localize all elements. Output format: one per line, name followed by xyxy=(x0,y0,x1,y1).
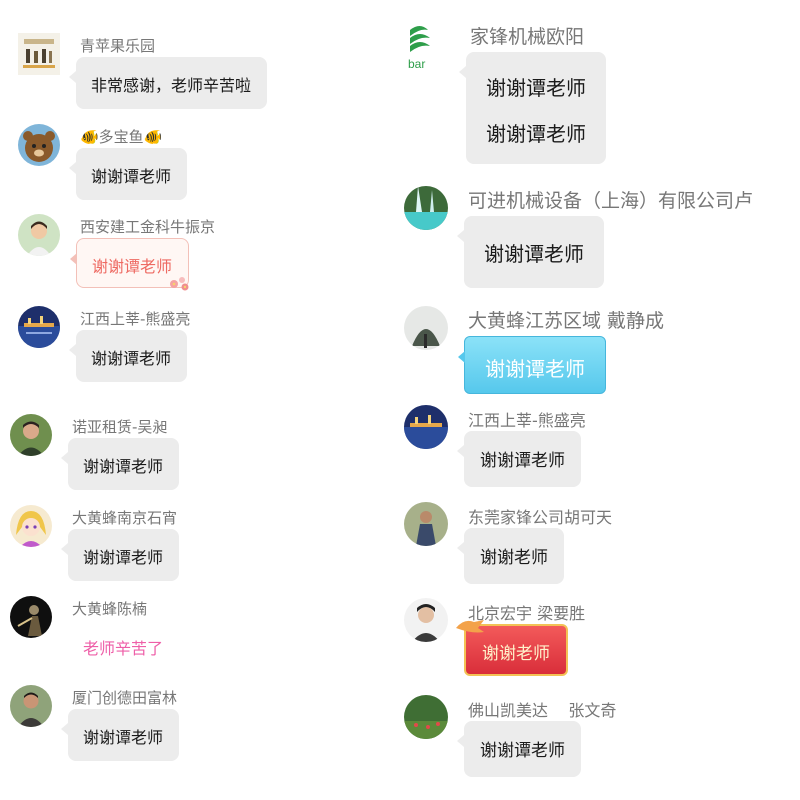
man-portrait-avatar[interactable] xyxy=(10,414,52,456)
sender-name: 🐠多宝鱼🐠 xyxy=(80,128,163,146)
message-text: 谢谢老师 xyxy=(480,548,548,568)
sender-name: 东莞家锋公司胡可天 xyxy=(468,508,613,527)
message-text: 谢谢谭老师 xyxy=(83,728,164,747)
message-text: 谢谢老师 xyxy=(482,644,550,664)
waterfall-avatar[interactable] xyxy=(404,186,448,230)
message-bubble[interactable]: 老师辛苦了 xyxy=(68,620,179,672)
message-text: 谢谢谭老师 xyxy=(485,357,585,381)
message-bubble[interactable]: 谢谢老师 xyxy=(456,620,568,676)
message-text: 谢谢谭老师 xyxy=(486,122,586,146)
sender-name: 西安建工金科牛振京 xyxy=(80,218,216,236)
sender-name: 北京宏宇 梁要胜 xyxy=(468,604,586,623)
message-bubble[interactable]: 谢谢老师 xyxy=(457,528,564,584)
sender-name: 青苹果乐园 xyxy=(80,37,156,55)
young-man-avatar[interactable] xyxy=(404,598,448,642)
message-bubble[interactable]: 谢谢谭老师 xyxy=(68,148,188,200)
night-lake-avatar[interactable] xyxy=(404,405,448,449)
sender-name: 厦门创德田富林 xyxy=(72,689,178,707)
cartoon-bear-avatar[interactable] xyxy=(18,124,60,166)
child-photo-avatar[interactable] xyxy=(18,214,60,256)
sender-name: 江西上莘-熊盛亮 xyxy=(468,411,586,430)
sender-name: 家锋机械欧阳 xyxy=(470,26,585,48)
message-text: 谢谢谭老师 xyxy=(480,741,565,761)
sender-name: 大黄蜂南京石宵 xyxy=(72,509,178,527)
ribbon-decoration-icon xyxy=(456,620,484,633)
tree-landscape-avatar[interactable] xyxy=(404,306,448,350)
anime-girl-avatar[interactable] xyxy=(10,505,52,547)
message-bubble[interactable]: 谢谢谭老师 xyxy=(68,330,188,382)
message-bubble[interactable]: 谢谢谭老师 xyxy=(60,709,180,761)
man-outdoor-avatar[interactable] xyxy=(10,685,52,727)
sender-name: 佛山凯美达 张文奇 xyxy=(468,701,617,720)
sender-name: 江西上莘-熊盛亮 xyxy=(80,310,191,328)
message-bubble[interactable]: 谢谢谭老师 xyxy=(60,529,180,581)
message-text: 谢谢谭老师 xyxy=(486,76,586,100)
message-text: 谢谢谭老师 xyxy=(83,457,164,476)
message-bubble[interactable]: 谢谢谭老师 谢谢谭老师 xyxy=(459,52,606,164)
logo-text: bar xyxy=(408,57,425,71)
group-photo-avatar[interactable] xyxy=(18,33,60,75)
message-bubble[interactable]: 谢谢谭老师 xyxy=(69,238,190,291)
message-text: 非常感谢，老师辛苦啦 xyxy=(91,76,252,95)
message-text: 谢谢谭老师 xyxy=(92,257,173,276)
message-bubble[interactable]: 谢谢谭老师 xyxy=(457,431,581,487)
message-text: 谢谢谭老师 xyxy=(91,349,172,368)
message-bubble[interactable]: 非常感谢，老师辛苦啦 xyxy=(68,57,268,109)
sender-name: 可进机械设备（上海）有限公司卢 xyxy=(468,190,754,212)
night-lake-avatar[interactable] xyxy=(18,306,60,348)
dark-figure-avatar[interactable] xyxy=(10,596,52,638)
message-text: 谢谢谭老师 xyxy=(480,451,565,471)
green-garden-avatar[interactable] xyxy=(404,695,448,739)
message-text: 老师辛苦了 xyxy=(83,639,164,658)
message-bubble[interactable]: 谢谢谭老师 xyxy=(60,438,180,490)
message-text: 谢谢谭老师 xyxy=(484,242,584,266)
sender-name: 大黄蜂陈楠 xyxy=(72,600,148,618)
sender-name: 大黄蜂江苏区域 戴静成 xyxy=(468,310,665,332)
message-bubble[interactable]: 谢谢谭老师 xyxy=(457,721,581,777)
flower-decoration-icon xyxy=(170,277,189,291)
message-bubble[interactable]: 谢谢谭老师 xyxy=(457,216,604,288)
message-bubble[interactable]: 谢谢谭老师 xyxy=(458,336,606,394)
message-text: 谢谢谭老师 xyxy=(91,167,172,186)
outdoor-man-avatar[interactable] xyxy=(404,502,448,546)
sender-name: 诺亚租赁-吴昶 xyxy=(72,418,168,436)
message-text: 谢谢谭老师 xyxy=(83,548,164,567)
company-logo-avatar[interactable]: bar xyxy=(406,22,442,72)
